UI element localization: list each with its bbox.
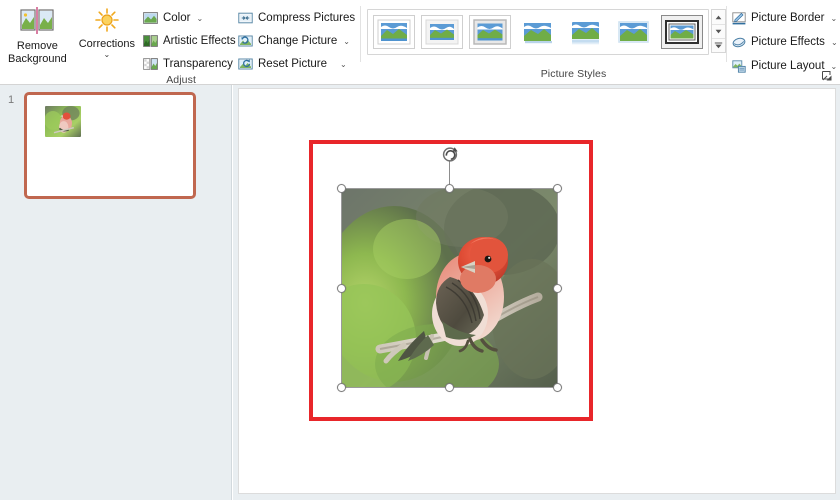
picture-border-button[interactable]: Picture Border ⌄ <box>730 8 840 28</box>
rotate-handle[interactable] <box>441 145 459 163</box>
ribbon-group-adjust: Remove Background Corrections ⌄ Color ⌄ … <box>0 0 248 86</box>
slide-thumbnail-picture <box>45 106 81 137</box>
picture-border-label: Picture Border <box>751 12 825 24</box>
change-picture-icon <box>238 34 253 48</box>
picture-effects-label: Picture Effects <box>751 36 825 48</box>
picture-style-option-7[interactable] <box>661 15 703 49</box>
reset-picture-chevron-down-icon[interactable]: ⌄ <box>340 60 347 69</box>
rotate-handle-icon <box>442 147 458 162</box>
picture-layout-icon <box>732 59 746 73</box>
picture-styles-dialog-launcher-button[interactable] <box>821 69 833 81</box>
picture-effects-chevron-down-icon[interactable]: ⌄ <box>831 38 838 47</box>
reset-picture-icon <box>238 57 253 71</box>
color-picture-icon <box>143 11 158 25</box>
ribbon-group-picture-styles: Picture Styles <box>361 0 726 84</box>
remove-background-label-line1: Remove <box>16 40 58 52</box>
picture-styles-gallery[interactable] <box>367 9 709 55</box>
picture-styles-side-buttons-group: Picture Border ⌄ Picture Effects ⌄ Pictu… <box>727 0 839 84</box>
picture-effects-icon <box>732 36 746 49</box>
compress-pictures-icon <box>238 11 253 25</box>
picture-style-option-5[interactable] <box>565 15 607 49</box>
remove-background-icon <box>20 7 54 37</box>
gallery-more-icon <box>714 42 723 49</box>
picture-styles-group-label: Picture Styles <box>540 68 607 80</box>
powerpoint-picture-format-window: Remove Background Corrections ⌄ Color ⌄ … <box>0 0 840 500</box>
picture-styles-gallery-wrap <box>361 4 726 55</box>
resize-handle-nw[interactable] <box>337 184 346 193</box>
resize-handle-sw[interactable] <box>337 383 346 392</box>
picture-style-option-2[interactable] <box>421 15 463 49</box>
picture-style-option-4[interactable] <box>517 15 559 49</box>
artistic-effects-label: Artistic Effects <box>162 35 236 47</box>
gallery-more-button[interactable] <box>712 38 725 52</box>
picture-layout-label: Picture Layout <box>751 60 825 72</box>
bird-picture-image <box>342 189 557 387</box>
resize-handle-n[interactable] <box>445 184 454 193</box>
resize-handle-ne[interactable] <box>553 184 562 193</box>
ribbon: Remove Background Corrections ⌄ Color ⌄ … <box>0 0 840 86</box>
resize-handle-s[interactable] <box>445 383 454 392</box>
remove-background-button[interactable]: Remove Background <box>6 4 69 66</box>
gallery-scroll-buttons[interactable] <box>711 9 726 53</box>
picture-style-option-1[interactable] <box>373 15 415 49</box>
bird-picture[interactable] <box>337 147 562 392</box>
gallery-scroll-up-button[interactable] <box>712 10 725 24</box>
color-label: Color <box>162 12 191 24</box>
slide-thumbnail-1[interactable] <box>24 92 196 199</box>
picture-effects-button[interactable]: Picture Effects ⌄ <box>730 32 840 52</box>
scroll-up-icon <box>715 15 722 19</box>
corrections-chevron-down-icon[interactable]: ⌄ <box>103 51 110 59</box>
picture-styles-side-buttons: Picture Border ⌄ Picture Effects ⌄ Pictu… <box>730 4 840 76</box>
picture-style-option-6[interactable] <box>613 15 655 49</box>
compress-pictures-label: Compress Pictures <box>258 12 356 24</box>
resize-handle-se[interactable] <box>553 383 562 392</box>
scroll-down-icon <box>715 29 722 34</box>
reset-picture-label: Reset Picture <box>258 58 328 70</box>
remove-background-label-line2: Background <box>8 53 67 65</box>
adjust-small-buttons-col2-group: Compress Pictures Change Picture ⌄ Reset… <box>232 0 360 84</box>
slide-number-label: 1 <box>8 94 15 106</box>
corrections-button[interactable]: Corrections ⌄ <box>77 4 137 59</box>
gallery-scroll-down-button[interactable] <box>712 24 725 38</box>
picture-style-option-3[interactable] <box>469 15 511 49</box>
picture-border-icon <box>732 11 746 25</box>
reset-picture-button[interactable]: Reset Picture ⌄ <box>234 54 359 74</box>
dialog-launcher-icon <box>822 71 832 81</box>
resize-handle-e[interactable] <box>553 283 562 293</box>
adjust-small-buttons-col2: Compress Pictures Change Picture ⌄ Reset… <box>234 4 359 74</box>
transparency-label: Transparency <box>162 58 233 70</box>
change-picture-label: Change Picture <box>258 35 338 47</box>
change-picture-chevron-down-icon[interactable]: ⌄ <box>343 37 350 46</box>
color-chevron-down-icon[interactable]: ⌄ <box>196 14 203 23</box>
corrections-sun-icon <box>92 7 122 35</box>
compress-pictures-button[interactable]: Compress Pictures <box>234 8 359 28</box>
artistic-effects-icon <box>143 34 158 48</box>
transparency-icon <box>143 57 158 71</box>
change-picture-button[interactable]: Change Picture ⌄ <box>234 31 359 51</box>
picture-border-chevron-down-icon[interactable]: ⌄ <box>831 14 838 23</box>
resize-handle-w[interactable] <box>337 283 346 293</box>
